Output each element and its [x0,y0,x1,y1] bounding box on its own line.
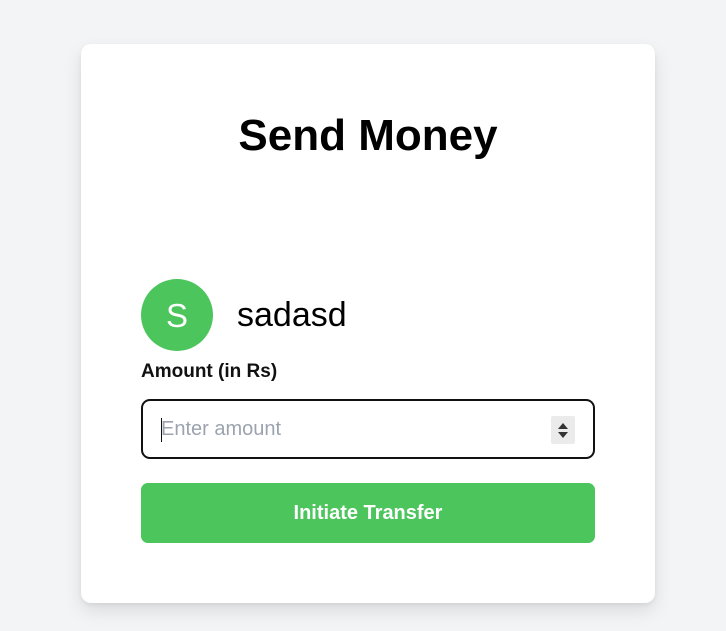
avatar-initial: S [165,296,188,334]
amount-input[interactable] [143,401,593,457]
initiate-transfer-button[interactable]: Initiate Transfer [141,483,595,543]
stepper-up-icon[interactable] [558,422,568,429]
avatar: S [141,279,213,351]
amount-label: Amount (in Rs) [141,361,278,382]
recipient-info: S sadasd [141,279,347,351]
recipient-name: sadasd [237,295,347,334]
send-money-card: Send Money S sadasd Amount (in Rs) Initi… [81,44,655,603]
amount-field [141,399,595,459]
text-cursor [161,418,162,442]
amount-stepper[interactable] [551,416,575,444]
stepper-down-icon[interactable] [558,431,568,438]
page-title: Send Money [238,111,498,160]
